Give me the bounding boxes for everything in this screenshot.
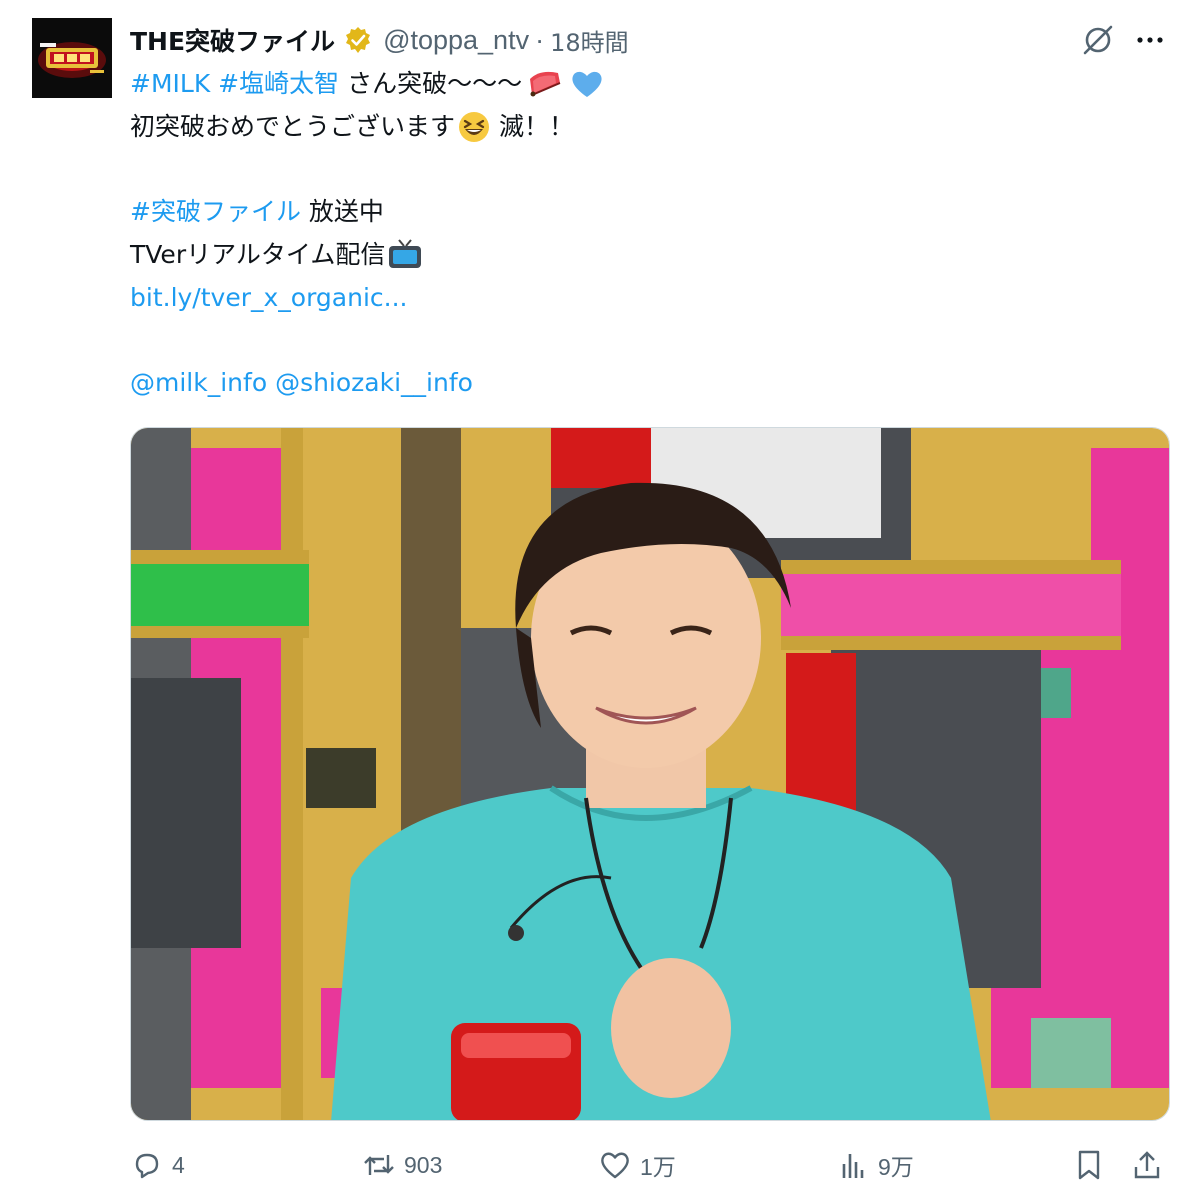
grinning-squinting-face-icon (457, 110, 491, 144)
tweet-line-4: TVerリアルタイム配信 (130, 233, 1170, 276)
repost-button[interactable]: 903 (362, 1140, 442, 1190)
tweet-actions-bar: 4 903 1万 9万 (130, 1140, 1170, 1190)
tweet-line-6: @milk_info @shiozaki__info (130, 361, 1170, 404)
view-count: 9万 (878, 1154, 914, 1180)
tweet-line-1-text: さん突破〜〜〜 (347, 69, 523, 98)
tweet-line-2-text: 初突破おめでとうございます (130, 112, 456, 141)
grok-icon[interactable] (1078, 20, 1118, 60)
display-name[interactable]: THE突破ファイル (130, 22, 335, 58)
tweet-timestamp[interactable]: 18時間 (550, 23, 629, 58)
repost-icon (362, 1148, 396, 1182)
tweet-text: #MILK #塩崎太智 さん突破〜〜〜 初突破おめでとうございます 滅！！ #突… (130, 62, 1170, 404)
show-logo (32, 18, 112, 98)
tweet-line-1: #MILK #塩崎太智 さん突破〜〜〜 (130, 62, 1170, 105)
tweet-line-3-text: 放送中 (308, 197, 384, 226)
repost-count: 903 (404, 1151, 443, 1178)
reply-icon (130, 1148, 164, 1182)
share-button[interactable] (1130, 1140, 1172, 1190)
account-handle[interactable]: @toppa_ntv (383, 25, 529, 56)
tver-link[interactable]: bit.ly/tver_x_organic... (130, 276, 407, 319)
photo-contestant-in-studio (131, 428, 1169, 1120)
blue-heart-icon (570, 69, 604, 99)
like-count: 1万 (640, 1154, 676, 1180)
heart-icon (598, 1148, 632, 1182)
tweet-line-5: bit.ly/tver_x_organic... (130, 276, 1170, 319)
views-button[interactable]: 9万 (836, 1140, 914, 1190)
hashtag-toppa-file[interactable]: #突破ファイル (130, 190, 301, 233)
tweet-line-4-text: TVerリアルタイム配信 (130, 240, 386, 269)
like-button[interactable]: 1万 (598, 1140, 676, 1190)
tweet-header: THE突破ファイル @toppa_ntv · 18時間 (130, 18, 1070, 62)
hashtag-shiozaki[interactable]: #塩崎太智 (218, 62, 339, 105)
mention-milk-info[interactable]: @milk_info (130, 361, 267, 404)
verified-badge-icon[interactable] (343, 25, 373, 55)
hashtag-milk[interactable]: #MILK (130, 62, 210, 105)
tweet-photo[interactable] (130, 427, 1170, 1121)
reply-button[interactable]: 4 (130, 1140, 185, 1190)
folding-fan-icon (528, 69, 564, 99)
bookmark-button[interactable] (1072, 1140, 1114, 1190)
bookmark-icon (1072, 1148, 1106, 1182)
account-avatar[interactable] (32, 18, 112, 98)
reply-count: 4 (172, 1151, 185, 1178)
tweet-line-2-suffix: 滅！！ (498, 112, 574, 141)
mention-shiozaki-info[interactable]: @shiozaki__info (275, 361, 473, 404)
header-separator: · (535, 24, 545, 55)
tweet-line-2: 初突破おめでとうございます 滅！！ (130, 105, 1170, 148)
tweet-line-3: #突破ファイル 放送中 (130, 190, 1170, 233)
television-icon (387, 238, 423, 272)
analytics-icon (836, 1148, 870, 1182)
more-options-icon[interactable] (1130, 20, 1170, 60)
share-icon (1130, 1148, 1164, 1182)
